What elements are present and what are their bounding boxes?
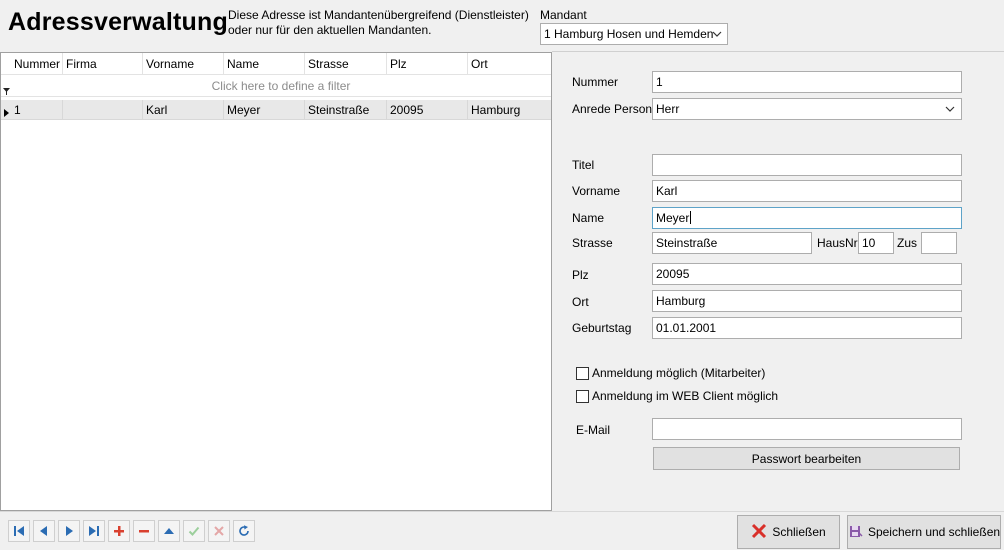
chevron-down-icon xyxy=(712,27,722,41)
first-icon xyxy=(13,525,25,537)
panel-separator xyxy=(552,51,1004,52)
delete-record-button[interactable] xyxy=(133,520,155,542)
ort-label: Ort xyxy=(572,295,589,309)
save-icon xyxy=(848,523,864,542)
cell-vorname[interactable]: Karl xyxy=(143,100,224,120)
up-icon xyxy=(163,525,175,537)
column-header-plz[interactable]: Plz xyxy=(387,53,468,75)
record-navigator xyxy=(8,520,255,542)
cell-ort[interactable]: Hamburg xyxy=(468,100,551,120)
strasse-field[interactable]: Steinstraße xyxy=(652,232,812,254)
name-field[interactable]: Meyer xyxy=(652,207,962,229)
info-line-1: Diese Adresse ist Mandantenübergreifend … xyxy=(228,8,529,22)
column-header-firma[interactable]: Firma xyxy=(63,53,143,75)
cell-name[interactable]: Meyer xyxy=(224,100,305,120)
column-header-nummer[interactable]: Nummer xyxy=(11,53,63,75)
delete-icon xyxy=(138,525,150,537)
nummer-field[interactable]: 1 xyxy=(652,71,962,93)
mandant-select[interactable]: 1 Hamburg Hosen und Hemden xyxy=(540,23,728,45)
plz-field[interactable]: 20095 xyxy=(652,263,962,285)
anmeldung-mitarbeiter-checkbox[interactable] xyxy=(576,366,589,380)
row-indicator-icon xyxy=(4,106,9,120)
anmeldung-mitarbeiter-label: Anmeldung möglich (Mitarbeiter) xyxy=(592,366,766,380)
cancel-edit-button[interactable] xyxy=(208,520,230,542)
email-label: E-Mail xyxy=(576,423,611,437)
cell-firma[interactable] xyxy=(63,100,143,120)
anrede-value: Herr xyxy=(656,102,680,116)
confirm-record-button[interactable] xyxy=(183,520,205,542)
anmeldung-mitarbeiter-checkbox-row[interactable]: Anmeldung möglich (Mitarbeiter) xyxy=(576,366,765,380)
hausnr-label: HausNr xyxy=(817,236,858,250)
mandant-info-text: Diese Adresse ist Mandantenübergreifend … xyxy=(228,8,529,38)
bottom-separator xyxy=(0,511,1004,512)
text-caret xyxy=(690,211,692,224)
vorname-label: Vorname xyxy=(572,184,621,198)
anrede-select[interactable]: Herr xyxy=(652,98,962,120)
chevron-down-icon xyxy=(945,102,955,116)
save-and-close-button[interactable]: Speichern und schließen xyxy=(847,515,1001,549)
close-button[interactable]: Schließen xyxy=(737,515,840,549)
zus-label: Zus xyxy=(897,236,918,250)
close-icon xyxy=(751,523,767,542)
geburtstag-field[interactable]: 01.01.2001 xyxy=(652,317,962,339)
save-and-close-label: Speichern und schließen xyxy=(867,525,1001,539)
cancel-icon xyxy=(213,525,225,537)
next-icon xyxy=(63,525,75,537)
column-header-name[interactable]: Name xyxy=(224,53,305,75)
cell-strasse[interactable]: Steinstraße xyxy=(305,100,387,120)
strasse-label: Strasse xyxy=(572,236,613,250)
grid-header: Nummer Firma Vorname Name Strasse Plz Or… xyxy=(1,53,551,75)
page-title: Adressverwaltung xyxy=(8,8,228,36)
vorname-field[interactable]: Karl xyxy=(652,180,962,202)
last-icon xyxy=(88,525,100,537)
titel-label: Titel xyxy=(572,158,595,172)
name-label: Name xyxy=(572,211,605,225)
column-header-strasse[interactable]: Strasse xyxy=(305,53,387,75)
passwort-bearbeiten-button[interactable]: Passwort bearbeiten xyxy=(653,447,960,470)
last-record-button[interactable] xyxy=(83,520,105,542)
plz-label: Plz xyxy=(572,268,589,282)
anmeldung-web-checkbox[interactable] xyxy=(576,389,589,403)
table-row[interactable]: 1 Karl Meyer Steinstraße 20095 Hamburg xyxy=(1,100,551,120)
refresh-icon xyxy=(238,525,250,537)
name-value: Meyer xyxy=(656,211,690,225)
address-grid[interactable]: Nummer Firma Vorname Name Strasse Plz Or… xyxy=(0,52,552,511)
email-field[interactable] xyxy=(652,418,962,440)
anrede-label: Anrede Person xyxy=(572,102,653,116)
anmeldung-web-checkbox-row[interactable]: Anmeldung im WEB Client möglich xyxy=(576,389,778,403)
next-record-button[interactable] xyxy=(58,520,80,542)
filter-row[interactable]: Click here to define a filter xyxy=(1,75,551,97)
edit-record-button[interactable] xyxy=(158,520,180,542)
add-icon xyxy=(113,525,125,537)
cell-plz[interactable]: 20095 xyxy=(387,100,468,120)
mandant-label: Mandant xyxy=(540,8,587,22)
add-record-button[interactable] xyxy=(108,520,130,542)
titel-field[interactable] xyxy=(652,154,962,176)
info-line-2: oder nur für den aktuellen Mandanten. xyxy=(228,23,432,37)
prev-icon xyxy=(38,525,50,537)
zus-field[interactable] xyxy=(921,232,957,254)
anmeldung-web-label: Anmeldung im WEB Client möglich xyxy=(592,389,779,403)
ort-field[interactable]: Hamburg xyxy=(652,290,962,312)
previous-record-button[interactable] xyxy=(33,520,55,542)
column-header-vorname[interactable]: Vorname xyxy=(143,53,224,75)
column-header-ort[interactable]: Ort xyxy=(468,53,551,75)
close-button-label: Schließen xyxy=(772,525,826,539)
first-record-button[interactable] xyxy=(8,520,30,542)
hausnr-field[interactable]: 10 xyxy=(858,232,894,254)
refresh-button[interactable] xyxy=(233,520,255,542)
cell-nummer[interactable]: 1 xyxy=(11,100,63,120)
mandant-value: 1 Hamburg Hosen und Hemden xyxy=(544,27,714,41)
geburtstag-label: Geburtstag xyxy=(572,321,632,335)
filter-placeholder: Click here to define a filter xyxy=(211,79,351,93)
confirm-icon xyxy=(188,525,200,537)
filter-icon xyxy=(3,84,10,98)
nummer-label: Nummer xyxy=(572,75,619,89)
